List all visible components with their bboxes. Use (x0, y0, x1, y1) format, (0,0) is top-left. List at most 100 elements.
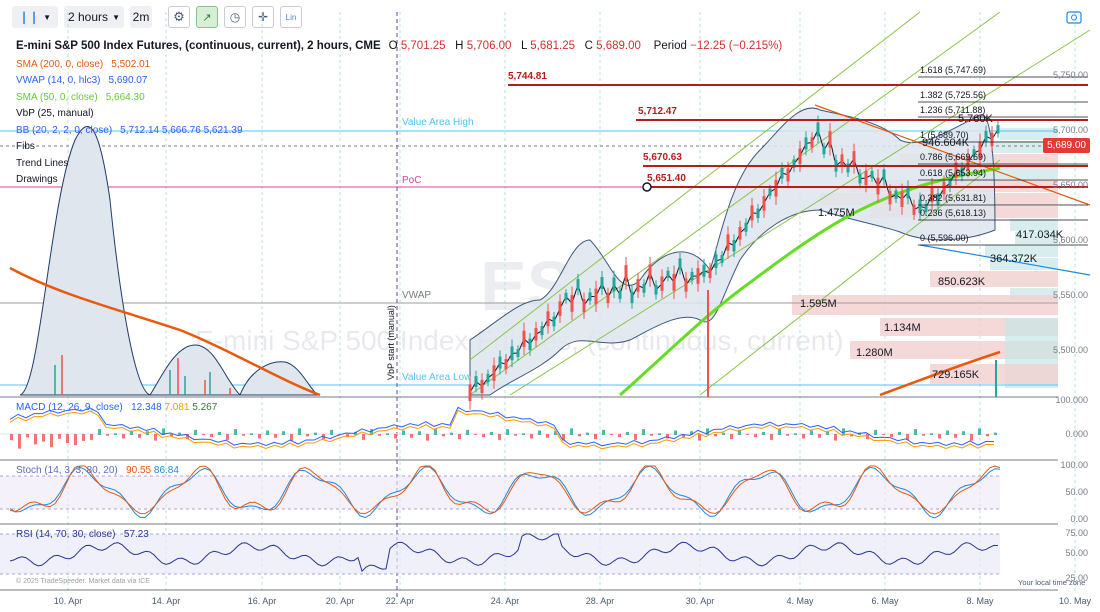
candle (588, 292, 592, 301)
macd-label: MACD (12, 26, 9, close) (16, 402, 123, 413)
indicator-label: VWAP (14, 0, hlc3) (16, 75, 101, 86)
volume-label: 364.372K (990, 253, 1038, 265)
macd-histogram-bar (986, 434, 989, 437)
macd-histogram-bar (994, 432, 997, 435)
candle (522, 330, 526, 347)
candle (894, 190, 898, 199)
indicator-row[interactable]: VWAP (14, 0, hlc3) 5,690.07 (16, 73, 782, 90)
camera-icon[interactable] (1066, 11, 1082, 24)
time-tick-label: 6. May (871, 596, 899, 606)
candle (810, 137, 814, 148)
candle (612, 277, 616, 292)
candle (540, 326, 544, 336)
macd-histogram-bar (314, 432, 317, 435)
candle (570, 295, 574, 312)
time-axis: 10. Apr 14. Apr 16. Apr 20. Apr 22. Apr 24. A… (54, 596, 1092, 606)
indicator-row[interactable]: Trend Lines (16, 156, 782, 173)
macd-histogram-bar (402, 430, 405, 435)
candle (846, 163, 850, 173)
macd-histogram-bar (138, 434, 141, 438)
price-tick-label: 5,750.00 (1053, 70, 1088, 80)
macd-histogram-bar (210, 434, 213, 438)
stoch-band (0, 476, 1000, 509)
candle (624, 265, 628, 282)
macd-histogram-bar (890, 434, 893, 438)
time-tick-label: 4. May (786, 596, 814, 606)
macd-histogram-bar (946, 430, 949, 435)
indicator-label: Drawings (16, 174, 58, 185)
indicator-label: SMA (200, 0, close) (16, 58, 104, 70)
candle (648, 264, 652, 280)
macd-histogram-bar (674, 430, 677, 435)
candle (762, 196, 766, 211)
fib-level-label: 0.618 (5,653.94) (920, 168, 986, 178)
macd-signal-line (9, 409, 995, 450)
macd-histogram-bar (810, 430, 813, 435)
macd-histogram-bar (930, 433, 933, 435)
candle (630, 291, 634, 304)
macd-histogram-bar (226, 434, 229, 440)
low-label: L (521, 40, 528, 52)
time-tick-label: 28. Apr (586, 596, 615, 606)
macd-histogram-bar (610, 434, 613, 435)
open-value: 5,701.25 (400, 40, 446, 52)
candle (666, 270, 670, 278)
macd-histogram-bar (218, 431, 221, 435)
candle (546, 311, 550, 327)
candle (654, 285, 658, 295)
macd-histogram-bar (594, 434, 597, 440)
indicator-row[interactable]: SMA (50, 0, close) 5,664.30 (16, 90, 782, 107)
stoch-legend: Stoch (14, 3, 3, 80, 20) 90.55 86.84 (16, 465, 179, 476)
camera-lens-icon (1071, 14, 1077, 21)
indicator-label: Fibs (16, 141, 35, 152)
rsi-legend: RSI (14, 70, 30, close) 57.23 (16, 529, 149, 540)
candle (474, 376, 478, 387)
macd-signal-value: 7.081 (164, 402, 190, 413)
low-value: 5,681.25 (530, 40, 575, 52)
candle (582, 299, 586, 313)
macd-histogram-bar (74, 434, 77, 446)
value-area-low-label: Value Area Low (402, 372, 472, 383)
indicator-row[interactable]: BB (20, 2, 2, 0, close) 5,712.14 5,666.76… (16, 123, 782, 140)
macd-histogram-bar (482, 434, 485, 438)
indicator-row[interactable]: SMA (200, 0, close) 5,502.01 (16, 57, 782, 74)
time-tick-label: 14. Apr (152, 596, 181, 606)
indicator-row[interactable]: VbP (25, manual) (16, 106, 782, 123)
macd-histogram-bar (394, 434, 397, 439)
macd-legend: MACD (12, 26, 9, close) 12.348 7.081 5.2… (16, 402, 217, 413)
rsi-value: 57.23 (123, 529, 149, 540)
indicator-row[interactable]: Fibs (16, 139, 782, 156)
macd-histogram-bar (458, 434, 461, 440)
stoch-axis-label: 0.00 (1070, 514, 1088, 524)
high-label: H (455, 40, 464, 52)
volume-label: 1.134M (884, 322, 921, 334)
macd-histogram-bar (546, 434, 549, 438)
time-tick-label: 16. Apr (248, 596, 277, 606)
indicator-row[interactable]: Drawings (16, 172, 782, 189)
volume-label: 729.165K (932, 369, 980, 381)
fib-level-label: 0 (5,596.00) (920, 233, 969, 243)
time-tick-label: 20. Apr (326, 596, 355, 606)
stoch-label: Stoch (14, 3, 3, 80, 20) (16, 465, 118, 476)
macd-histogram-bar (274, 434, 277, 438)
macd-histogram-bar (114, 433, 117, 435)
candle (498, 356, 502, 369)
macd-histogram-bar (954, 434, 957, 438)
macd-histogram-bar (538, 430, 541, 435)
macd-histogram-bar (234, 429, 237, 435)
macd-histogram-bar (506, 429, 509, 435)
macd-histogram-bar (490, 431, 493, 435)
macd-histogram-bar (418, 431, 421, 435)
macd-histogram-bar (378, 434, 381, 436)
stoch-k-value: 90.55 (126, 465, 152, 476)
candle (564, 292, 568, 301)
candle (744, 222, 748, 232)
symbol-title: E-mini S&P 500 Index Futures, (continuou… (16, 40, 381, 52)
macd-histogram-bar (58, 434, 61, 439)
timezone-text[interactable]: Your local time zone (1018, 578, 1085, 587)
rsi-label: RSI (14, 70, 30, close) (16, 529, 116, 540)
candle (804, 137, 808, 150)
macd-histogram-bar (602, 429, 605, 435)
candle (990, 132, 994, 146)
macd-histogram-bar (802, 434, 805, 439)
